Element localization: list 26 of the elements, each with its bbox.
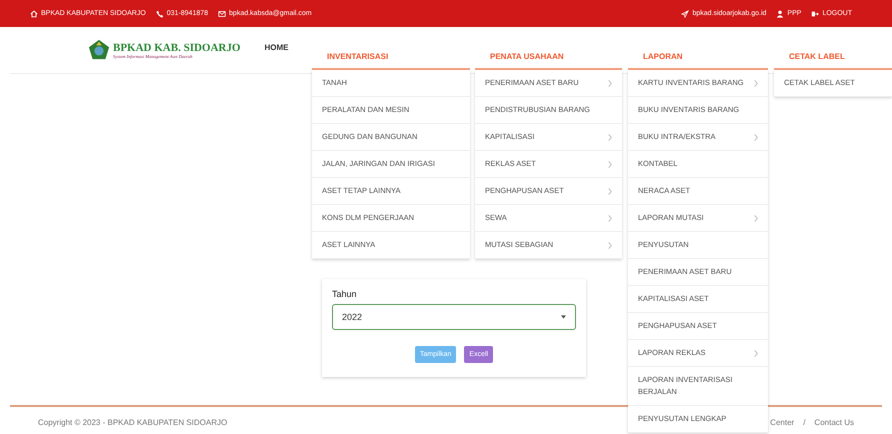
chevron-right-icon	[608, 188, 612, 194]
chevron-right-icon	[754, 80, 758, 86]
emblem-icon	[88, 39, 110, 61]
chevron-right-icon	[754, 214, 758, 222]
mail-icon	[218, 10, 226, 18]
home-icon	[30, 10, 38, 18]
chevron-right-icon	[608, 214, 612, 222]
chevron-right-icon	[754, 134, 758, 140]
field-label: Tahun	[332, 289, 358, 299]
logo-title: BPKAD KAB. SIDOARJO	[113, 42, 240, 54]
footer-separator: /	[803, 418, 806, 426]
logout-icon	[811, 10, 820, 18]
chevron-right-icon	[608, 80, 612, 86]
chevron-right-icon	[608, 134, 612, 140]
home-nav-link[interactable]: HOME	[264, 42, 288, 52]
phone-icon	[156, 10, 164, 18]
chevron-right-icon	[608, 242, 612, 248]
chevron-right-icon	[608, 160, 612, 168]
copyright-text: Copyright © 2023 - BPKAD KABUPATEN SIDOARJO	[38, 418, 228, 426]
year-select[interactable]: 2022	[332, 304, 576, 330]
footer-link[interactable]: Center	[770, 418, 794, 426]
chevron-right-icon	[754, 350, 758, 356]
dropdown-caret-icon	[561, 315, 566, 319]
send-icon	[681, 10, 690, 18]
footer-link[interactable]: Contact Us	[814, 418, 854, 426]
user-icon	[776, 10, 784, 18]
